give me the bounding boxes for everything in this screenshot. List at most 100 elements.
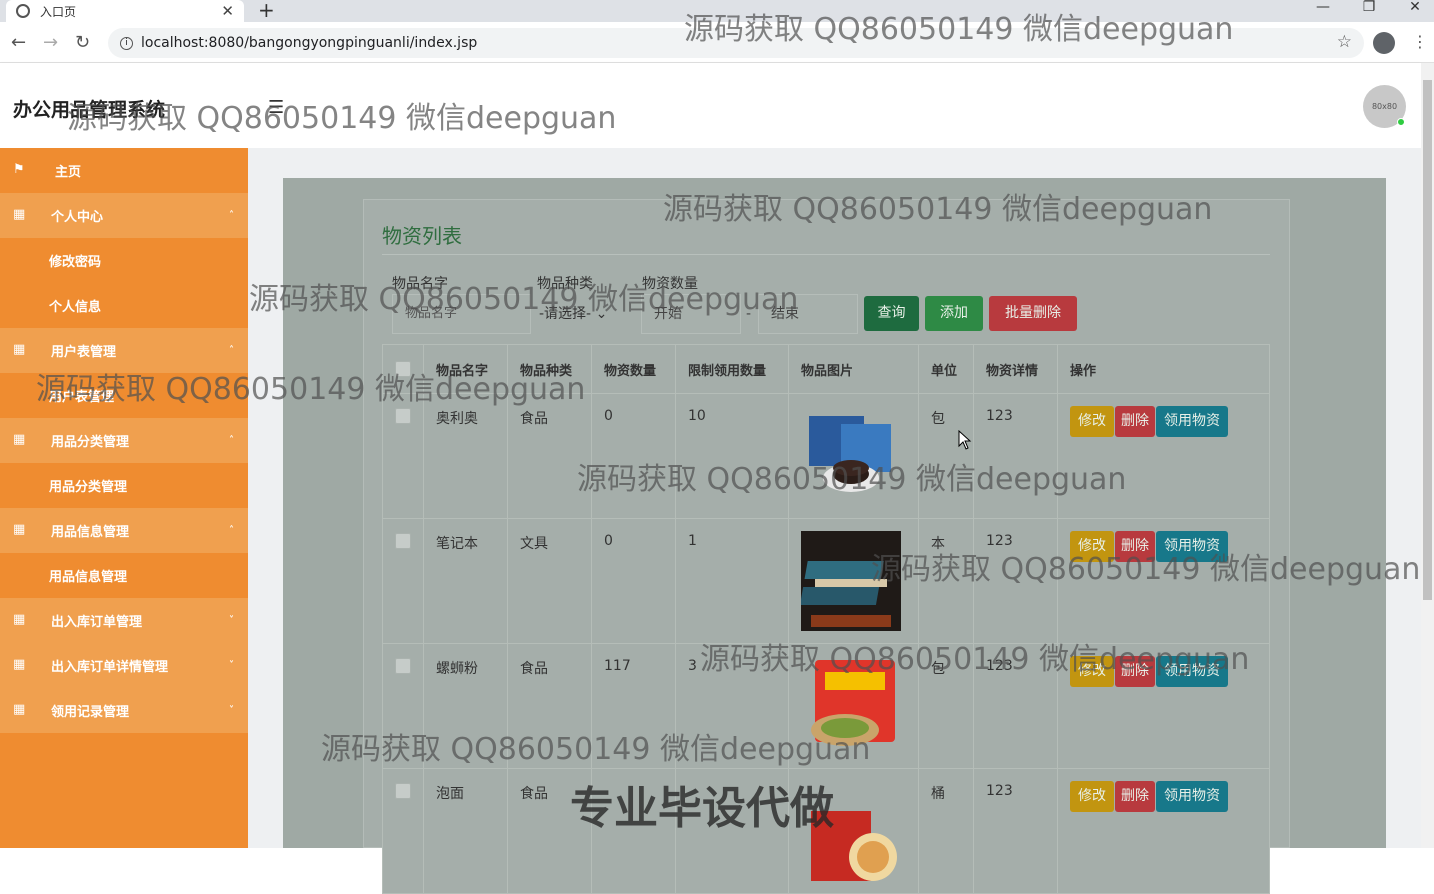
take-item-button[interactable]: 领用物资 xyxy=(1156,781,1228,812)
col-header: 单位 xyxy=(918,344,974,394)
grid-icon: ▦ xyxy=(13,432,26,447)
restore-icon[interactable]: ❐ xyxy=(1346,0,1392,14)
sidebar-item-label: 出入库订单管理 xyxy=(51,615,143,630)
item-qty: 0 xyxy=(604,408,613,424)
grid-icon: ▦ xyxy=(13,612,26,627)
watermark: 源码获取 QQ86050149 微信deepguan xyxy=(67,101,617,136)
sidebar-subitem-label: 用品分类管理 xyxy=(49,480,128,495)
sidebar-item-label: 用品分类管理 xyxy=(51,435,130,450)
sidebar-item[interactable]: 用品信息管理 xyxy=(0,553,248,598)
window-close-icon[interactable]: ✕ xyxy=(1392,0,1434,14)
table-cell: 0 xyxy=(591,518,676,644)
browser-menu-icon[interactable]: ⋮ xyxy=(1412,32,1428,51)
sidebar-item[interactable]: ▦ 领用记录管理 ˅ xyxy=(0,688,248,733)
table-cell: 桶 xyxy=(918,768,974,894)
table-cell xyxy=(382,393,424,519)
delete-button[interactable]: 删除 xyxy=(1115,781,1155,812)
bookmark-star-icon[interactable]: ☆ xyxy=(1337,32,1352,52)
sidebar-item[interactable]: 用品分类管理 xyxy=(0,463,248,508)
flag-icon: ⚑ xyxy=(13,162,25,177)
item-name: 奥利奥 xyxy=(436,411,478,427)
col-header: 物资数量 xyxy=(591,344,676,394)
edit-button[interactable]: 修改 xyxy=(1070,406,1114,437)
table-cell xyxy=(382,518,424,644)
sidebar-subitem-label: 个人信息 xyxy=(49,300,102,315)
mouse-cursor-icon xyxy=(958,430,972,450)
sidebar-item-label: 用户表管理 xyxy=(51,345,117,360)
sidebar-item-label: 出入库订单详情管理 xyxy=(51,660,169,675)
search-button[interactable]: 查询 xyxy=(864,296,919,331)
sidebar-item[interactable]: ▦ 用品分类管理 ˄ xyxy=(0,418,248,463)
watermark: 源码获取 QQ86050149 微信deepguan xyxy=(663,192,1213,227)
chevron-up-icon: ˄ xyxy=(229,210,234,221)
row-checkbox[interactable] xyxy=(395,408,411,424)
promo-watermark: 专业毕设代做 xyxy=(570,783,834,834)
col-header: 物品图片 xyxy=(788,344,919,394)
grid-icon: ▦ xyxy=(13,207,26,222)
table-cell: 1 xyxy=(675,518,789,644)
item-limit: 10 xyxy=(688,408,706,424)
chevron-up-icon: ˄ xyxy=(229,435,234,446)
item-qty: 0 xyxy=(604,533,613,549)
scrollbar-thumb[interactable] xyxy=(1423,80,1432,600)
sidebar-item-label: 用品信息管理 xyxy=(51,525,130,540)
sidebar-subitem-label: 修改密码 xyxy=(49,255,102,270)
browser-tab[interactable]: 入口页 ✕ xyxy=(6,0,244,22)
item-type: 食品 xyxy=(520,411,548,427)
panel-title: 物资列表 xyxy=(382,224,462,248)
sidebar-subitem-label: 用品信息管理 xyxy=(49,570,128,585)
table-cell: 奥利奥 xyxy=(423,393,508,519)
reload-icon[interactable]: ↻ xyxy=(75,32,90,53)
item-detail: 123 xyxy=(986,783,1013,799)
sidebar-item-label: 个人中心 xyxy=(51,210,104,225)
item-limit: 3 xyxy=(688,658,697,674)
watermark: 源码获取 QQ86050149 微信deepguan xyxy=(321,732,871,767)
sidebar-item[interactable]: ▦ 出入库订单详情管理 ˅ xyxy=(0,643,248,688)
chevron-down-icon: ˅ xyxy=(229,615,234,626)
forward-icon[interactable]: → xyxy=(43,32,58,53)
sidebar-item[interactable]: ▦ 出入库订单管理 ˅ xyxy=(0,598,248,643)
watermark: 源码获取 QQ86050149 微信deepguan xyxy=(700,642,1250,677)
grid-icon: ▦ xyxy=(13,522,26,537)
table-cell xyxy=(382,768,424,894)
add-button[interactable]: 添加 xyxy=(925,296,983,331)
new-tab-icon[interactable]: + xyxy=(258,0,275,22)
close-tab-icon[interactable]: ✕ xyxy=(221,2,234,20)
item-type: 食品 xyxy=(520,786,548,802)
delete-button[interactable]: 删除 xyxy=(1115,406,1155,437)
item-limit: 1 xyxy=(688,533,697,549)
site-info-icon[interactable]: i xyxy=(120,36,133,50)
sidebar-item-label: 领用记录管理 xyxy=(51,705,130,720)
col-header: 操作 xyxy=(1057,344,1270,394)
globe-icon xyxy=(16,4,30,18)
item-detail: 123 xyxy=(986,408,1013,424)
sidebar-item[interactable]: ▦ 个人中心 ˄ xyxy=(0,193,248,238)
grid-icon: ▦ xyxy=(13,342,26,357)
grid-icon: ▦ xyxy=(13,702,26,717)
row-checkbox[interactable] xyxy=(395,533,411,549)
col-header: 物资详情 xyxy=(973,344,1058,394)
sidebar-item[interactable]: ⚑ 主页 xyxy=(0,148,248,193)
table-cell: 123 xyxy=(973,768,1058,894)
minimize-icon[interactable]: — xyxy=(1300,0,1346,14)
back-icon[interactable]: ← xyxy=(11,32,26,53)
grid-icon: ▦ xyxy=(13,657,26,672)
sidebar-item[interactable]: 个人信息 xyxy=(0,283,248,328)
sidebar-item[interactable]: 修改密码 xyxy=(0,238,248,283)
take-item-button[interactable]: 领用物资 xyxy=(1156,406,1228,437)
watermark: 源码获取 QQ86050149 微信deepguan xyxy=(36,372,586,407)
browser-profile-icon[interactable] xyxy=(1373,32,1395,54)
item-type: 食品 xyxy=(520,661,548,677)
item-name: 笔记本 xyxy=(436,536,478,552)
watermark: 源码获取 QQ86050149 微信deepguan xyxy=(249,282,799,317)
row-checkbox[interactable] xyxy=(395,658,411,674)
chevron-down-icon: ˅ xyxy=(229,705,234,716)
table-cell: 笔记本 xyxy=(423,518,508,644)
batch-delete-button[interactable]: 批量删除 xyxy=(989,296,1077,331)
table-cell: 修改 删除 领用物资 xyxy=(1057,768,1270,894)
item-unit: 桶 xyxy=(931,786,945,802)
sidebar-item[interactable]: ▦ 用品信息管理 ˄ xyxy=(0,508,248,553)
row-checkbox[interactable] xyxy=(395,783,411,799)
chevron-up-icon: ˄ xyxy=(229,345,234,356)
edit-button[interactable]: 修改 xyxy=(1070,781,1114,812)
